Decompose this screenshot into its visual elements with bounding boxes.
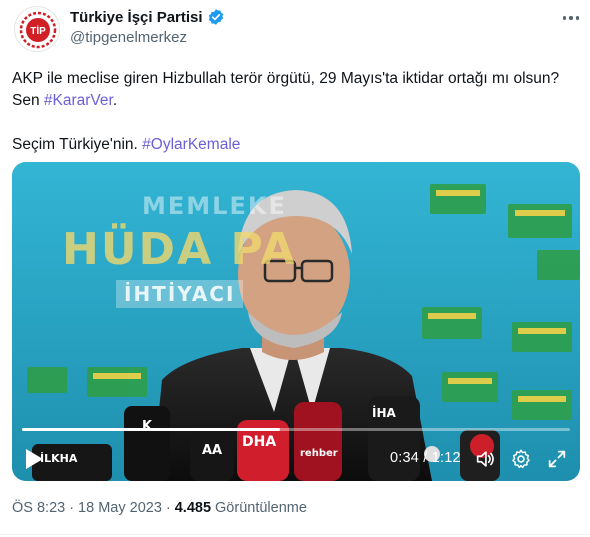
views-count[interactable]: 4.485 bbox=[175, 500, 211, 516]
background-word: HÜDA PA bbox=[62, 224, 297, 275]
video-controls: 0:34 / 1:12 bbox=[12, 444, 580, 474]
meta-separator: · bbox=[165, 500, 171, 516]
volume-icon[interactable] bbox=[474, 448, 496, 470]
author-handle[interactable]: @tipgenelmerkez bbox=[70, 29, 187, 46]
views-label: Görüntülenme bbox=[215, 500, 307, 516]
fullscreen-icon[interactable] bbox=[546, 448, 568, 470]
tweet-time[interactable]: ÖS 8:23 bbox=[12, 500, 65, 516]
settings-icon[interactable] bbox=[510, 448, 532, 470]
tweet-text-line1-end: . bbox=[112, 92, 118, 109]
author-name-row[interactable]: Türkiye İşçi Partisi bbox=[70, 8, 225, 26]
tweet-text: AKP ile meclise giren Hizbullah terör ör… bbox=[12, 68, 578, 156]
meta-separator: · bbox=[69, 500, 75, 516]
background-word: MEMLEKE bbox=[142, 192, 287, 220]
play-icon[interactable] bbox=[24, 448, 44, 470]
video-progress-fill bbox=[22, 428, 280, 431]
video-player[interactable]: K AA MEMLEKE HÜDA PA İHTİYACI İHA DHA İL… bbox=[12, 162, 580, 481]
divider bbox=[0, 534, 590, 535]
svg-text:K: K bbox=[142, 419, 153, 434]
video-frame: K AA bbox=[12, 162, 580, 481]
tweet-card[interactable]: TİP Türkiye İşçi Partisi @tipgenelmerkez… bbox=[0, 0, 590, 537]
hashtag-oylarkemale[interactable]: #OylarKemale bbox=[142, 136, 240, 153]
more-icon[interactable] bbox=[558, 8, 584, 28]
hashtag-kararver[interactable]: #KararVer bbox=[44, 92, 113, 109]
tweet-paragraph: Seçim Türkiye'nin. #OylarKemale bbox=[12, 134, 578, 156]
tweet-date[interactable]: 18 May 2023 bbox=[78, 500, 162, 516]
mic-label: İHA bbox=[372, 406, 396, 420]
avatar-text: TİP bbox=[30, 24, 46, 37]
tip-logo-icon: TİP bbox=[17, 9, 59, 51]
tweet-paragraph: AKP ile meclise giren Hizbullah terör ör… bbox=[12, 68, 578, 112]
background-word: İHTİYACI bbox=[116, 280, 244, 308]
avatar[interactable]: TİP bbox=[14, 6, 60, 52]
video-progress-bar[interactable] bbox=[22, 428, 570, 431]
video-time: 0:34 / 1:12 bbox=[390, 450, 461, 466]
tweet-meta: ÖS 8:23 · 18 May 2023 · 4.485 Görüntülen… bbox=[12, 500, 307, 516]
tweet-text-line2: Seçim Türkiye'nin. bbox=[12, 136, 143, 153]
author-display-name[interactable]: Türkiye İşçi Partisi bbox=[70, 9, 203, 26]
verified-icon bbox=[208, 9, 223, 25]
